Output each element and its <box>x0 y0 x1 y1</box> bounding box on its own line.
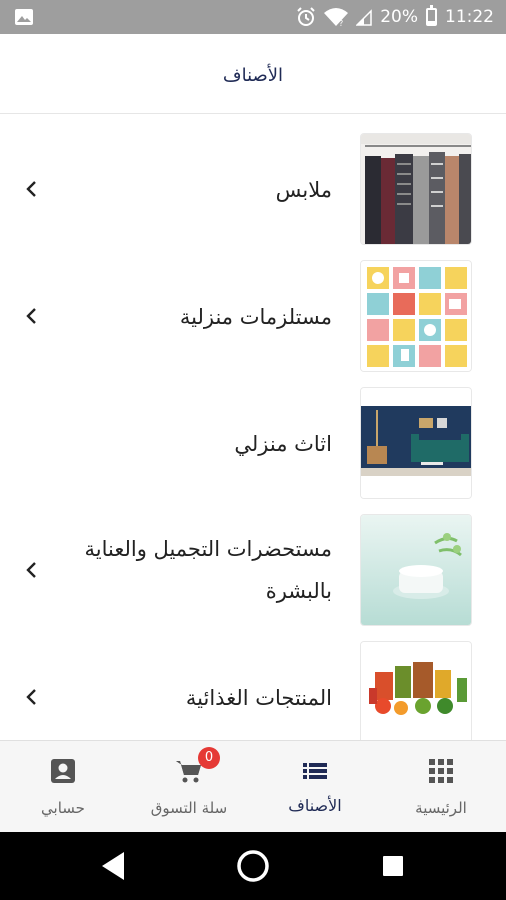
category-label: المنتجات الغذائية <box>185 686 332 710</box>
nav-categories-label: الأصناف <box>288 796 342 815</box>
image-notification-icon <box>15 9 33 25</box>
status-bar: ? 20% 11:22 <box>0 0 506 34</box>
svg-text:?: ? <box>339 19 343 27</box>
grid-apps-icon <box>429 759 453 783</box>
category-image-household <box>360 260 472 372</box>
cart-count-badge: 0 <box>198 747 220 769</box>
category-image-cosmetics <box>360 514 472 626</box>
app-header: الأصناف <box>0 34 506 114</box>
category-row-cosmetics[interactable]: مستحضرات التجميل والعناية بالبشرة <box>0 495 506 626</box>
category-label: مستحضرات التجميل والعناية بالبشرة <box>84 537 332 603</box>
category-list[interactable]: ملابس مستلزمات منزلية اثاث منزلي مستحضرا… <box>0 114 506 740</box>
wifi-icon: ? <box>324 8 349 27</box>
category-row-household[interactable]: مستلزمات منزلية <box>0 241 506 372</box>
category-image-furniture <box>360 387 472 499</box>
category-label: ملابس <box>275 178 332 202</box>
chevron-left-icon <box>26 308 36 324</box>
nav-home[interactable]: الرئيسية <box>378 741 504 833</box>
nav-home-label: الرئيسية <box>415 799 467 817</box>
list-icon <box>303 763 327 779</box>
category-image-food <box>360 641 472 740</box>
bottom-nav: حسابي 0 سلة التسوق الأصناف الرئيسية <box>0 740 506 832</box>
recents-icon[interactable] <box>353 832 433 900</box>
category-row-food[interactable]: المنتجات الغذائية <box>0 622 506 740</box>
battery-percent: 20% <box>380 7 418 27</box>
home-circle-icon[interactable] <box>213 832 293 900</box>
nav-account-label: حسابي <box>41 799 85 817</box>
chevron-left-icon <box>26 181 36 197</box>
category-label: اثاث منزلي <box>234 432 332 456</box>
category-label: مستلزمات منزلية <box>179 305 332 329</box>
status-icons: ? 20% 11:22 <box>296 0 494 34</box>
category-row-furniture[interactable]: اثاث منزلي <box>0 368 506 499</box>
nav-cart-label: سلة التسوق <box>150 799 228 817</box>
battery-icon <box>426 5 437 26</box>
page-title: الأصناف <box>222 65 284 86</box>
chevron-left-icon <box>26 562 36 578</box>
category-image-clothes <box>360 133 472 245</box>
chevron-left-icon <box>26 689 36 705</box>
nav-account[interactable]: حسابي <box>0 741 126 833</box>
alarm-icon <box>297 7 315 26</box>
nav-cart[interactable]: 0 سلة التسوق <box>126 741 252 833</box>
cell-signal-icon <box>356 9 372 26</box>
back-icon[interactable] <box>74 832 154 900</box>
clock: 11:22 <box>445 7 494 27</box>
category-row-clothes[interactable]: ملابس <box>0 114 506 245</box>
system-nav-bar <box>0 832 506 900</box>
account-box-icon <box>51 759 75 783</box>
nav-categories[interactable]: الأصناف <box>252 741 378 833</box>
